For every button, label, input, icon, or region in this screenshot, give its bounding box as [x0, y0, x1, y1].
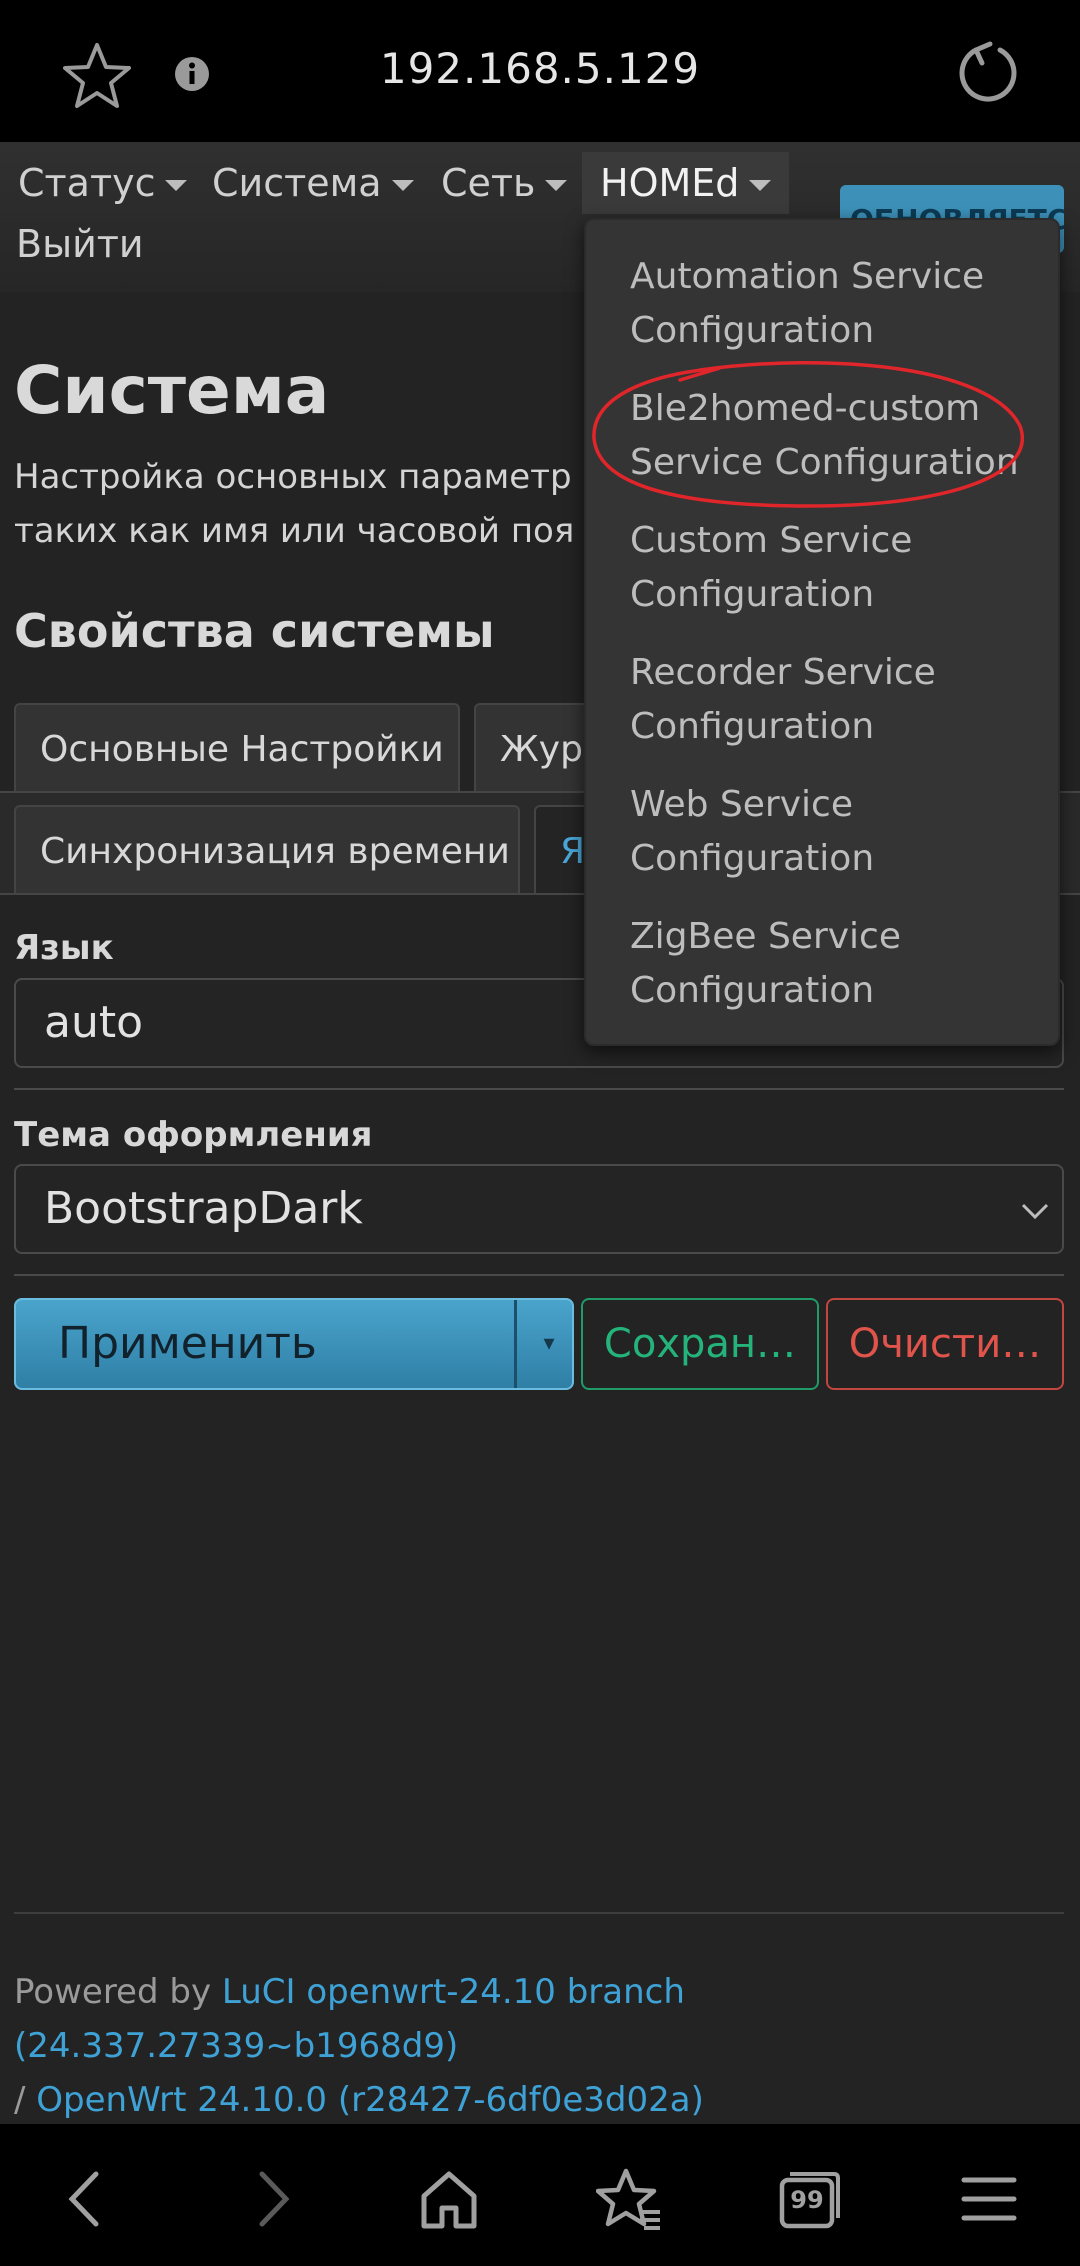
tab-time-sync[interactable]: Синхронизация времени — [14, 805, 520, 895]
back-icon[interactable] — [54, 2166, 120, 2232]
nav-network[interactable]: Сеть — [441, 152, 568, 214]
footer-divider — [14, 1912, 1064, 1914]
save-button[interactable]: Сохран… — [581, 1298, 819, 1390]
tab-general-settings[interactable]: Основные Настройки — [14, 703, 460, 793]
menu-item-web[interactable]: Web Service Configuration — [630, 778, 1050, 886]
footer: Powered by LuCI openwrt-24.10 branch (24… — [14, 1972, 704, 2120]
bookmarks-icon[interactable] — [596, 2166, 662, 2232]
apply-button[interactable]: Применить ▾ — [14, 1298, 574, 1390]
address-bar-url[interactable]: 192.168.5.129 — [0, 44, 1080, 93]
nav-status[interactable]: Статус — [18, 152, 188, 214]
page-title: Система — [14, 352, 330, 429]
openwrt-link[interactable]: OpenWrt 24.10.0 (r28427-6df0e3d02a) — [36, 2080, 704, 2120]
browser-bottom-bar: 99 — [0, 2124, 1080, 2266]
theme-select-value: BootstrapDark — [44, 1183, 363, 1234]
page: 192.168.5.129 Статус Система Сеть HOMEd … — [0, 0, 1080, 2266]
forward-icon[interactable] — [238, 2166, 304, 2232]
home-icon[interactable] — [416, 2166, 482, 2232]
caret-down-icon — [165, 180, 188, 191]
tabs-icon[interactable]: 99 — [776, 2166, 842, 2232]
nav-homed[interactable]: HOMEd — [582, 152, 790, 214]
field-divider — [14, 1274, 1064, 1276]
chevron-down-icon — [1021, 1203, 1049, 1220]
section-title: Свойства системы — [14, 604, 495, 658]
apply-dropdown-toggle[interactable]: ▾ — [524, 1300, 574, 1388]
caret-down-icon — [545, 180, 568, 191]
field-divider — [14, 1088, 1064, 1090]
menu-item-zigbee[interactable]: ZigBee Service Configuration — [630, 910, 1050, 1018]
homed-dropdown-menu: Automation Service Configuration Ble2home… — [584, 218, 1060, 1046]
menu-icon[interactable] — [956, 2166, 1022, 2232]
caret-down-icon — [391, 180, 414, 191]
reset-button[interactable]: Очисти… — [826, 1298, 1064, 1390]
language-label: Язык — [14, 928, 114, 968]
button-split-divider — [514, 1300, 517, 1388]
reload-icon[interactable] — [952, 38, 1024, 110]
theme-label: Тема оформления — [14, 1115, 373, 1155]
menu-item-automation[interactable]: Automation Service Configuration — [630, 250, 1050, 358]
browser-top-bar: 192.168.5.129 — [0, 0, 1080, 142]
tabs-count: 99 — [790, 2186, 824, 2214]
menu-item-recorder[interactable]: Recorder Service Configuration — [630, 646, 1050, 754]
red-annotation-circle — [592, 360, 1024, 508]
nav-system[interactable]: Система — [212, 152, 414, 214]
caret-down-icon — [749, 180, 772, 191]
theme-select[interactable]: BootstrapDark — [14, 1164, 1064, 1254]
menu-item-custom[interactable]: Custom Service Configuration — [630, 514, 1050, 622]
nav-logout[interactable]: Выйти — [16, 222, 144, 266]
